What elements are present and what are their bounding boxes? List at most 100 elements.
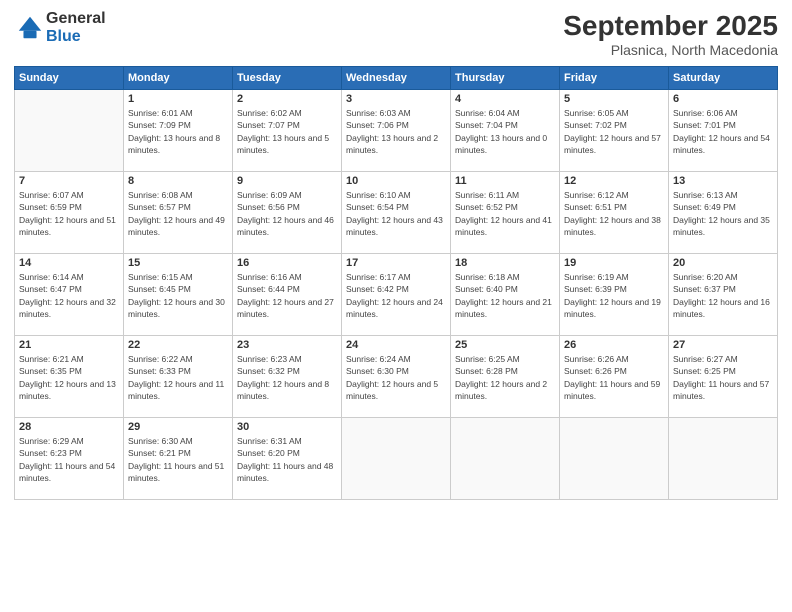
day-info: Sunrise: 6:22 AMSunset: 6:33 PMDaylight:… (128, 353, 228, 402)
day-info: Sunrise: 6:27 AMSunset: 6:25 PMDaylight:… (673, 353, 773, 402)
calendar-cell: 9 Sunrise: 6:09 AMSunset: 6:56 PMDayligh… (233, 172, 342, 254)
calendar-cell (451, 418, 560, 500)
day-number: 21 (19, 339, 119, 351)
calendar-cell: 30 Sunrise: 6:31 AMSunset: 6:20 PMDaylig… (233, 418, 342, 500)
calendar-cell: 13 Sunrise: 6:13 AMSunset: 6:49 PMDaylig… (669, 172, 778, 254)
day-number: 1 (128, 93, 228, 105)
calendar-cell: 27 Sunrise: 6:27 AMSunset: 6:25 PMDaylig… (669, 336, 778, 418)
calendar-cell: 22 Sunrise: 6:22 AMSunset: 6:33 PMDaylig… (124, 336, 233, 418)
day-number: 26 (564, 339, 664, 351)
day-number: 4 (455, 93, 555, 105)
calendar-cell: 25 Sunrise: 6:25 AMSunset: 6:28 PMDaylig… (451, 336, 560, 418)
calendar-cell: 5 Sunrise: 6:05 AMSunset: 7:02 PMDayligh… (560, 90, 669, 172)
day-info: Sunrise: 6:25 AMSunset: 6:28 PMDaylight:… (455, 353, 555, 402)
calendar-cell: 18 Sunrise: 6:18 AMSunset: 6:40 PMDaylig… (451, 254, 560, 336)
calendar-cell: 23 Sunrise: 6:23 AMSunset: 6:32 PMDaylig… (233, 336, 342, 418)
logo-blue: Blue (46, 28, 106, 46)
day-number: 28 (19, 421, 119, 433)
day-number: 10 (346, 175, 446, 187)
day-number: 22 (128, 339, 228, 351)
day-info: Sunrise: 6:15 AMSunset: 6:45 PMDaylight:… (128, 271, 228, 320)
day-number: 2 (237, 93, 337, 105)
header-thursday: Thursday (451, 67, 560, 90)
day-number: 20 (673, 257, 773, 269)
day-number: 5 (564, 93, 664, 105)
day-info: Sunrise: 6:24 AMSunset: 6:30 PMDaylight:… (346, 353, 446, 402)
day-info: Sunrise: 6:14 AMSunset: 6:47 PMDaylight:… (19, 271, 119, 320)
day-info: Sunrise: 6:23 AMSunset: 6:32 PMDaylight:… (237, 353, 337, 402)
header-friday: Friday (560, 67, 669, 90)
header-saturday: Saturday (669, 67, 778, 90)
calendar-cell: 10 Sunrise: 6:10 AMSunset: 6:54 PMDaylig… (342, 172, 451, 254)
calendar-cell (342, 418, 451, 500)
calendar-cell (669, 418, 778, 500)
calendar-cell: 7 Sunrise: 6:07 AMSunset: 6:59 PMDayligh… (15, 172, 124, 254)
calendar-cell: 26 Sunrise: 6:26 AMSunset: 6:26 PMDaylig… (560, 336, 669, 418)
day-number: 24 (346, 339, 446, 351)
day-info: Sunrise: 6:20 AMSunset: 6:37 PMDaylight:… (673, 271, 773, 320)
day-info: Sunrise: 6:18 AMSunset: 6:40 PMDaylight:… (455, 271, 555, 320)
day-info: Sunrise: 6:17 AMSunset: 6:42 PMDaylight:… (346, 271, 446, 320)
day-info: Sunrise: 6:08 AMSunset: 6:57 PMDaylight:… (128, 189, 228, 238)
calendar-cell: 24 Sunrise: 6:24 AMSunset: 6:30 PMDaylig… (342, 336, 451, 418)
day-info: Sunrise: 6:19 AMSunset: 6:39 PMDaylight:… (564, 271, 664, 320)
day-number: 9 (237, 175, 337, 187)
day-number: 25 (455, 339, 555, 351)
day-info: Sunrise: 6:29 AMSunset: 6:23 PMDaylight:… (19, 435, 119, 484)
header-tuesday: Tuesday (233, 67, 342, 90)
logo-text: General Blue (46, 10, 106, 45)
day-info: Sunrise: 6:10 AMSunset: 6:54 PMDaylight:… (346, 189, 446, 238)
calendar-cell (15, 90, 124, 172)
day-info: Sunrise: 6:11 AMSunset: 6:52 PMDaylight:… (455, 189, 555, 238)
calendar-table: Sunday Monday Tuesday Wednesday Thursday… (14, 66, 778, 500)
day-number: 27 (673, 339, 773, 351)
calendar-cell: 4 Sunrise: 6:04 AMSunset: 7:04 PMDayligh… (451, 90, 560, 172)
calendar-cell: 14 Sunrise: 6:14 AMSunset: 6:47 PMDaylig… (15, 254, 124, 336)
logo-icon (16, 14, 44, 42)
day-number: 18 (455, 257, 555, 269)
day-number: 30 (237, 421, 337, 433)
day-info: Sunrise: 6:21 AMSunset: 6:35 PMDaylight:… (19, 353, 119, 402)
day-info: Sunrise: 6:26 AMSunset: 6:26 PMDaylight:… (564, 353, 664, 402)
calendar-cell: 17 Sunrise: 6:17 AMSunset: 6:42 PMDaylig… (342, 254, 451, 336)
calendar-cell: 12 Sunrise: 6:12 AMSunset: 6:51 PMDaylig… (560, 172, 669, 254)
calendar-cell: 21 Sunrise: 6:21 AMSunset: 6:35 PMDaylig… (15, 336, 124, 418)
calendar-cell (560, 418, 669, 500)
calendar-cell: 3 Sunrise: 6:03 AMSunset: 7:06 PMDayligh… (342, 90, 451, 172)
header-monday: Monday (124, 67, 233, 90)
day-number: 14 (19, 257, 119, 269)
calendar-cell: 29 Sunrise: 6:30 AMSunset: 6:21 PMDaylig… (124, 418, 233, 500)
calendar-cell: 16 Sunrise: 6:16 AMSunset: 6:44 PMDaylig… (233, 254, 342, 336)
day-info: Sunrise: 6:09 AMSunset: 6:56 PMDaylight:… (237, 189, 337, 238)
calendar-cell: 20 Sunrise: 6:20 AMSunset: 6:37 PMDaylig… (669, 254, 778, 336)
calendar-cell: 15 Sunrise: 6:15 AMSunset: 6:45 PMDaylig… (124, 254, 233, 336)
calendar-cell: 28 Sunrise: 6:29 AMSunset: 6:23 PMDaylig… (15, 418, 124, 500)
day-number: 19 (564, 257, 664, 269)
calendar-cell: 8 Sunrise: 6:08 AMSunset: 6:57 PMDayligh… (124, 172, 233, 254)
day-info: Sunrise: 6:30 AMSunset: 6:21 PMDaylight:… (128, 435, 228, 484)
day-number: 17 (346, 257, 446, 269)
day-number: 8 (128, 175, 228, 187)
calendar-cell: 1 Sunrise: 6:01 AMSunset: 7:09 PMDayligh… (124, 90, 233, 172)
header-sunday: Sunday (15, 67, 124, 90)
day-number: 6 (673, 93, 773, 105)
day-info: Sunrise: 6:05 AMSunset: 7:02 PMDaylight:… (564, 107, 664, 156)
calendar-cell: 2 Sunrise: 6:02 AMSunset: 7:07 PMDayligh… (233, 90, 342, 172)
day-number: 11 (455, 175, 555, 187)
calendar-cell: 6 Sunrise: 6:06 AMSunset: 7:01 PMDayligh… (669, 90, 778, 172)
day-info: Sunrise: 6:07 AMSunset: 6:59 PMDaylight:… (19, 189, 119, 238)
calendar-cell: 11 Sunrise: 6:11 AMSunset: 6:52 PMDaylig… (451, 172, 560, 254)
calendar-cell: 19 Sunrise: 6:19 AMSunset: 6:39 PMDaylig… (560, 254, 669, 336)
logo-general: General (46, 10, 106, 28)
month-title: September 2025 (563, 10, 778, 42)
day-number: 15 (128, 257, 228, 269)
day-info: Sunrise: 6:06 AMSunset: 7:01 PMDaylight:… (673, 107, 773, 156)
day-info: Sunrise: 6:13 AMSunset: 6:49 PMDaylight:… (673, 189, 773, 238)
day-info: Sunrise: 6:04 AMSunset: 7:04 PMDaylight:… (455, 107, 555, 156)
page-header: General Blue September 2025 Plasnica, No… (14, 10, 778, 58)
day-number: 29 (128, 421, 228, 433)
day-info: Sunrise: 6:31 AMSunset: 6:20 PMDaylight:… (237, 435, 337, 484)
day-number: 12 (564, 175, 664, 187)
header-wednesday: Wednesday (342, 67, 451, 90)
logo: General Blue (14, 10, 106, 45)
